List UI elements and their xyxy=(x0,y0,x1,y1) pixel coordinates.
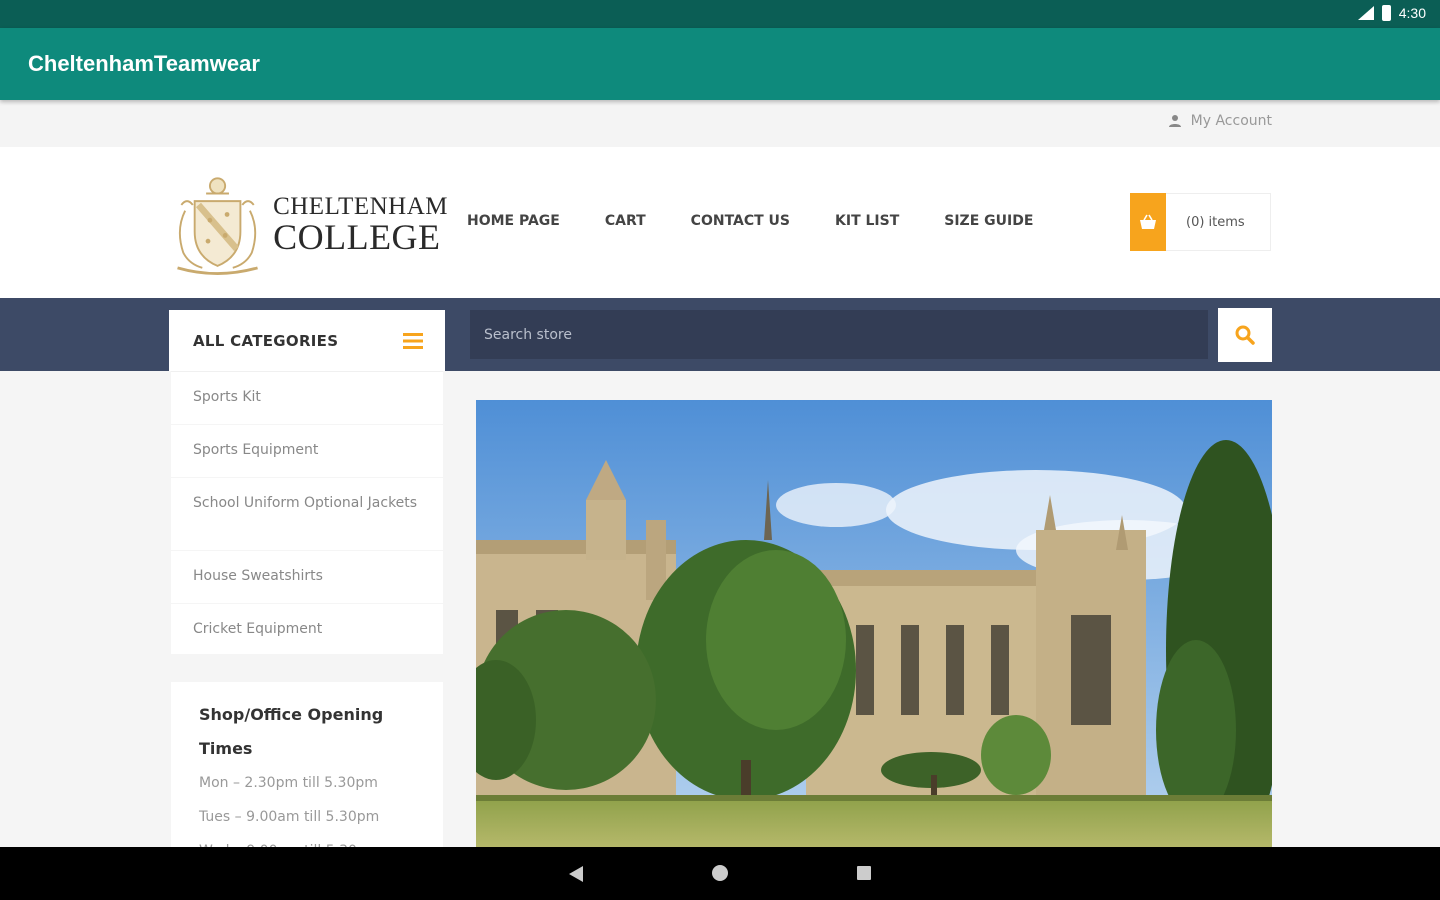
search-button[interactable] xyxy=(1218,308,1272,362)
category-item-optional-jackets[interactable]: School Uniform Optional Jackets xyxy=(171,478,443,551)
app-bar: CheltenhamTeamwear xyxy=(0,28,1440,100)
college-logo[interactable]: CHELTENHAM COLLEGE xyxy=(168,169,448,279)
basket-icon xyxy=(1140,214,1156,229)
college-crest-icon xyxy=(177,177,258,275)
all-categories-label: ALL CATEGORIES xyxy=(193,331,339,350)
site-header: CHELTENHAM COLLEGE HOME PAGE CART CONTAC… xyxy=(0,147,1440,298)
category-item-cricket-equipment[interactable]: Cricket Equipment xyxy=(171,604,443,657)
logo-text: CHELTENHAM COLLEGE xyxy=(273,194,448,255)
opening-times-line: Tues – 9.00am till 5.30pm xyxy=(199,809,380,825)
status-time: 4:30 xyxy=(1398,5,1426,21)
home-icon[interactable] xyxy=(712,865,728,881)
recents-icon[interactable] xyxy=(857,866,871,880)
user-icon xyxy=(1168,115,1181,127)
college-building-photo xyxy=(476,400,1272,847)
opening-times-line: Weds -9.00am till 5.30pm xyxy=(199,834,443,847)
logo-line-1: CHELTENHAM xyxy=(273,192,448,220)
back-icon[interactable] xyxy=(569,866,583,882)
cart-summary-button[interactable]: (0) items xyxy=(1130,193,1271,251)
my-account-label: My Account xyxy=(1190,113,1272,129)
nav-size-guide[interactable]: SIZE GUIDE xyxy=(944,213,1033,229)
main-nav: HOME PAGE CART CONTACT US KIT LIST SIZE … xyxy=(467,213,1078,229)
status-bar: 4:30 xyxy=(0,0,1440,28)
status-icons: 4:30 xyxy=(1357,5,1426,21)
opening-times-panel: Shop/Office Opening Times Mon – 2.30pm t… xyxy=(171,682,443,847)
app-title: CheltenhamTeamwear xyxy=(28,51,260,76)
nav-cart[interactable]: CART xyxy=(605,213,646,229)
my-account-link[interactable]: My Account xyxy=(1168,113,1272,129)
nav-contact-us[interactable]: CONTACT US xyxy=(691,213,790,229)
battery-icon xyxy=(1381,5,1391,21)
nav-kit-list[interactable]: KIT LIST xyxy=(835,213,899,229)
menu-icon[interactable] xyxy=(403,333,423,349)
category-item-sports-kit[interactable]: Sports Kit xyxy=(171,372,443,425)
category-list: Sports Kit Sports Equipment School Unifo… xyxy=(171,371,443,657)
all-categories-header[interactable]: ALL CATEGORIES xyxy=(169,310,445,371)
cart-icon-box xyxy=(1130,193,1166,251)
signal-icon xyxy=(1357,6,1374,20)
system-navigation-bar xyxy=(0,847,1440,900)
opening-times-title: Shop/Office Opening Times xyxy=(199,705,384,758)
hero-banner-image[interactable] xyxy=(476,400,1272,847)
category-item-house-sweatshirts[interactable]: House Sweatshirts xyxy=(171,551,443,604)
cart-item-count: (0) items xyxy=(1186,214,1245,230)
search-input[interactable] xyxy=(470,310,1208,359)
search-icon xyxy=(1235,325,1255,345)
opening-times-line: Mon – 2.30pm till 5.30pm xyxy=(199,775,378,791)
nav-home-page[interactable]: HOME PAGE xyxy=(467,213,560,229)
logo-line-2: COLLEGE xyxy=(273,216,441,257)
account-strip: My Account xyxy=(0,100,1440,147)
category-item-sports-equipment[interactable]: Sports Equipment xyxy=(171,425,443,478)
